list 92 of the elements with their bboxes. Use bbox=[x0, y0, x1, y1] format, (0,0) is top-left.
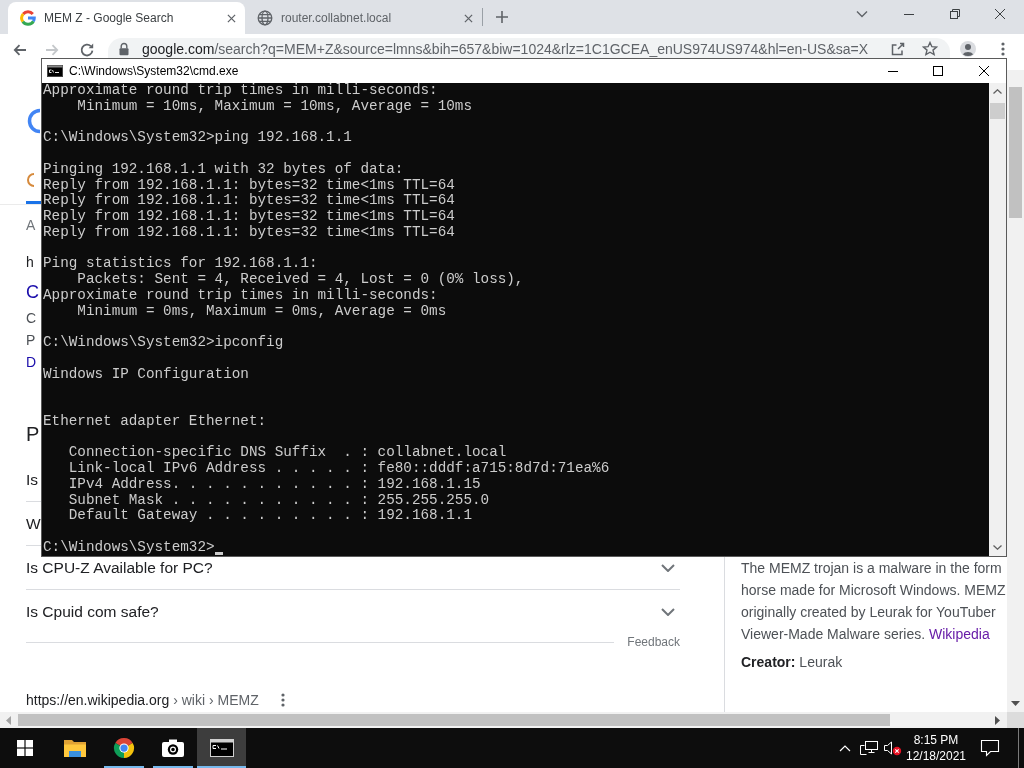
browser-tab[interactable]: MEM Z - Google Search bbox=[8, 2, 245, 34]
globe-icon bbox=[257, 10, 273, 26]
menu-icon[interactable] bbox=[1001, 42, 1005, 56]
console-line: Reply from 192.168.1.1: bytes=32 time<1ms TTL=64 bbox=[43, 177, 455, 193]
question[interactable]: Is CPU-Z Available for PC? bbox=[26, 557, 213, 578]
url-breadcrumb: › wiki › MEMZ bbox=[173, 692, 259, 708]
scroll-down-icon[interactable] bbox=[993, 544, 1002, 550]
console-line: Link-local IPv6 Address . . . . . : fe80::dddf:a715:8d7d:71ea%6 bbox=[68, 461, 610, 477]
scroll-up-icon[interactable] bbox=[993, 89, 1002, 94]
close-tab-icon[interactable] bbox=[464, 13, 473, 23]
console-line: Packets: Sent = 4, Received = 4, Lost = 0 (0% loss), bbox=[77, 272, 524, 288]
snippet-text: C bbox=[26, 309, 37, 328]
windows-logo-icon[interactable] bbox=[17, 740, 33, 756]
window-title: C:\Windows\System32\cmd.exe bbox=[69, 64, 239, 78]
source-link[interactable]: Wikipedia bbox=[929, 626, 990, 642]
question[interactable]: Is bbox=[26, 469, 39, 490]
scrollbar[interactable] bbox=[1007, 70, 1024, 712]
more-options-icon[interactable] bbox=[280, 693, 285, 707]
back-arrow-icon[interactable] bbox=[12, 42, 28, 58]
close-icon[interactable] bbox=[995, 9, 1005, 19]
scrollbar-thumb[interactable] bbox=[990, 103, 1005, 119]
close-icon[interactable] bbox=[979, 66, 989, 76]
scroll-down-icon[interactable] bbox=[1011, 701, 1020, 706]
scrollbar-thumb[interactable] bbox=[1009, 87, 1022, 218]
console-line: C:\Windows\System32>ipconfig bbox=[43, 335, 284, 351]
share-icon[interactable] bbox=[890, 41, 906, 57]
camera-icon[interactable] bbox=[160, 738, 185, 758]
console-line: Ping statistics for 192.168.1.1: bbox=[43, 256, 318, 272]
description-line: horse made for Microsoft Windows. MEMZ bbox=[741, 581, 1006, 600]
console-line: Pinging 192.168.1.1 with 32 bytes of data: bbox=[43, 161, 404, 178]
scrollbar[interactable] bbox=[989, 83, 1006, 556]
console-line: IPv4 Address. . . . . . . . . . . : 192.168.1.15 bbox=[68, 476, 481, 493]
snippet-text: P bbox=[26, 331, 36, 350]
scrollbar-corner bbox=[1007, 712, 1024, 728]
result-stats: A bbox=[26, 216, 36, 235]
question[interactable]: W bbox=[26, 513, 41, 534]
terminal-icon[interactable] bbox=[209, 738, 234, 758]
logo-drawing bbox=[26, 108, 40, 134]
folder-icon[interactable] bbox=[62, 738, 87, 758]
console-line: Reply from 192.168.1.1: bytes=32 time<1ms TTL=64 bbox=[43, 209, 455, 225]
console-line: C:\Windows\System32> bbox=[43, 539, 215, 556]
console-line: Subnet Mask . . . . . . . . . . . : 255.255.255.0 bbox=[68, 492, 490, 508]
chrome-logo-icon[interactable] bbox=[111, 738, 136, 758]
clock-time[interactable]: 8:15 PM bbox=[913, 732, 959, 748]
console-line: C:\Windows\System32>ping 192.168.1.1 bbox=[43, 130, 352, 146]
chevron-down-icon[interactable] bbox=[661, 608, 675, 616]
description-line: The MEMZ trojan is a malware in the form bbox=[741, 559, 1002, 578]
console-line: Reply from 192.168.1.1: bytes=32 time<1ms TTL=64 bbox=[43, 224, 455, 241]
scrollbar[interactable] bbox=[0, 712, 1007, 728]
section-heading: P bbox=[26, 422, 40, 447]
taskbar-button[interactable] bbox=[197, 728, 246, 768]
close-tab-icon[interactable] bbox=[227, 13, 236, 23]
result-url: h bbox=[26, 253, 34, 272]
restore-icon[interactable] bbox=[950, 9, 960, 19]
new-tab-icon[interactable] bbox=[496, 11, 508, 23]
chevron-down-icon[interactable] bbox=[856, 10, 868, 18]
console-line: Minimum = 10ms, Maximum = 10ms, Average = 10ms bbox=[77, 98, 472, 115]
description-line: Viewer-Made Malware series. Wikipedia bbox=[741, 625, 990, 644]
result-link[interactable]: D bbox=[26, 351, 37, 373]
scrollbar-thumb[interactable] bbox=[18, 714, 890, 726]
network-icon[interactable] bbox=[859, 740, 879, 756]
scroll-right-icon[interactable] bbox=[995, 715, 1000, 725]
notifications-icon[interactable] bbox=[980, 739, 1000, 757]
result-url: https://en.wikipedia.org bbox=[26, 692, 170, 708]
profile-avatar-icon[interactable] bbox=[960, 41, 976, 57]
active-tab-indicator bbox=[26, 201, 41, 204]
maximize-icon[interactable] bbox=[933, 66, 943, 76]
tab-icon bbox=[26, 172, 34, 188]
bookmark-star-icon[interactable] bbox=[922, 41, 938, 57]
chevron-up-icon[interactable] bbox=[839, 744, 851, 752]
console-line: Approximate round trip times in milli-seconds: bbox=[43, 287, 438, 304]
question[interactable]: Is Cpuid com safe? bbox=[26, 602, 159, 622]
description-line: originally created by Leurak for YouTuber bbox=[741, 603, 996, 622]
fact-text: Creator: Leurak bbox=[741, 653, 843, 672]
volume-icon[interactable] bbox=[883, 740, 903, 756]
clock-date[interactable]: 12/18/2021 bbox=[905, 748, 967, 764]
console-line: Reply from 192.168.1.1: bytes=32 time<1ms TTL=64 bbox=[43, 193, 455, 209]
console-line: Default Gateway . . . . . . . . . : 192.168.1.1 bbox=[68, 508, 472, 524]
browser-tab[interactable]: router.collabnet.local bbox=[245, 2, 482, 34]
address-bar[interactable]: google.com/search?q=MEM+Z&source=lmns&bih=657&biw=1024&rlz=1C1GCEA_enUS974US974&hl=en-US&sa=X bbox=[108, 38, 950, 58]
lock-icon[interactable] bbox=[118, 42, 130, 56]
console-line: Minimum = 0ms, Maximum = 0ms, Average = 0ms bbox=[77, 303, 447, 320]
reload-icon[interactable] bbox=[79, 42, 95, 58]
result-title[interactable]: C bbox=[26, 280, 39, 304]
terminal-icon bbox=[47, 65, 63, 77]
console-line: Connection-specific DNS Suffix . : collabnet.local bbox=[68, 445, 507, 461]
chevron-down-icon[interactable] bbox=[661, 563, 675, 572]
feedback-link[interactable]: Feedback bbox=[627, 635, 680, 649]
console-line: Approximate round trip times in milli-seconds: bbox=[43, 83, 438, 99]
g-logo-icon bbox=[20, 10, 36, 26]
console-line: Windows IP Configuration bbox=[43, 366, 249, 383]
console-line: Ethernet adapter Ethernet: bbox=[43, 413, 267, 430]
